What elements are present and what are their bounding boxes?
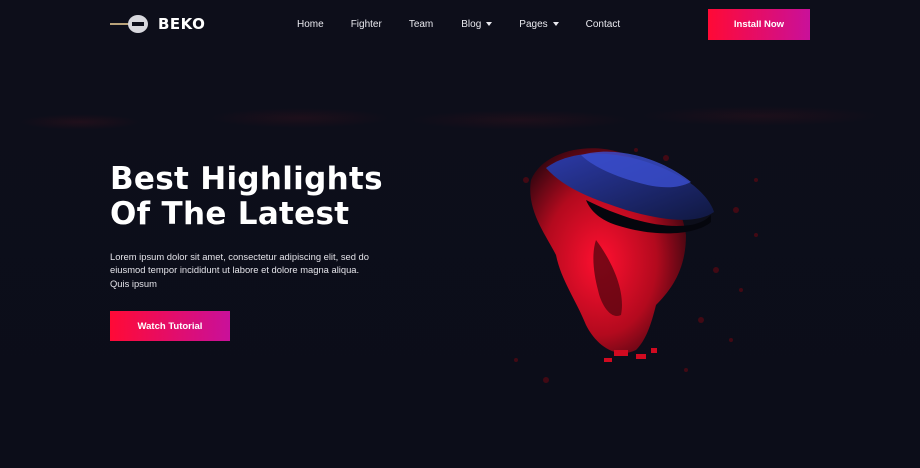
nav-item-fighter[interactable]: Fighter: [351, 18, 382, 30]
main-nav: Home Fighter Team Blog Pages Contact: [297, 18, 620, 30]
chevron-down-icon: [486, 22, 493, 26]
vr-headset-image: [514, 148, 758, 383]
logo-icon: [110, 13, 152, 35]
nav-item-home[interactable]: Home: [297, 18, 324, 30]
nav-item-pages[interactable]: Pages: [519, 18, 559, 30]
nav-item-blog[interactable]: Blog: [461, 18, 493, 30]
hero-title-line2: Of The Latest: [110, 196, 350, 232]
nav-item-label: Team: [408, 18, 434, 30]
nav-item-label: Contact: [585, 18, 621, 30]
install-now-button[interactable]: Install Now: [708, 9, 810, 40]
nav-item-label: Home: [297, 18, 324, 30]
nav-item-label: Pages: [519, 18, 548, 30]
hero-title: Best Highlights Of The Latest: [110, 162, 383, 232]
brand-logo[interactable]: BEKO: [110, 13, 205, 35]
nav-item-team[interactable]: Team: [409, 18, 433, 30]
brand-name: BEKO: [158, 15, 206, 33]
watch-tutorial-button[interactable]: Watch Tutorial: [110, 311, 230, 341]
hero-title-line1: Best Highlights: [110, 161, 383, 197]
hero-description: Lorem ipsum dolor sit amet, consectetur …: [110, 251, 369, 289]
chevron-down-icon: [552, 22, 559, 26]
nav-item-label: Blog: [461, 18, 482, 30]
nav-item-label: Fighter: [350, 18, 382, 30]
nav-item-contact[interactable]: Contact: [586, 18, 620, 30]
